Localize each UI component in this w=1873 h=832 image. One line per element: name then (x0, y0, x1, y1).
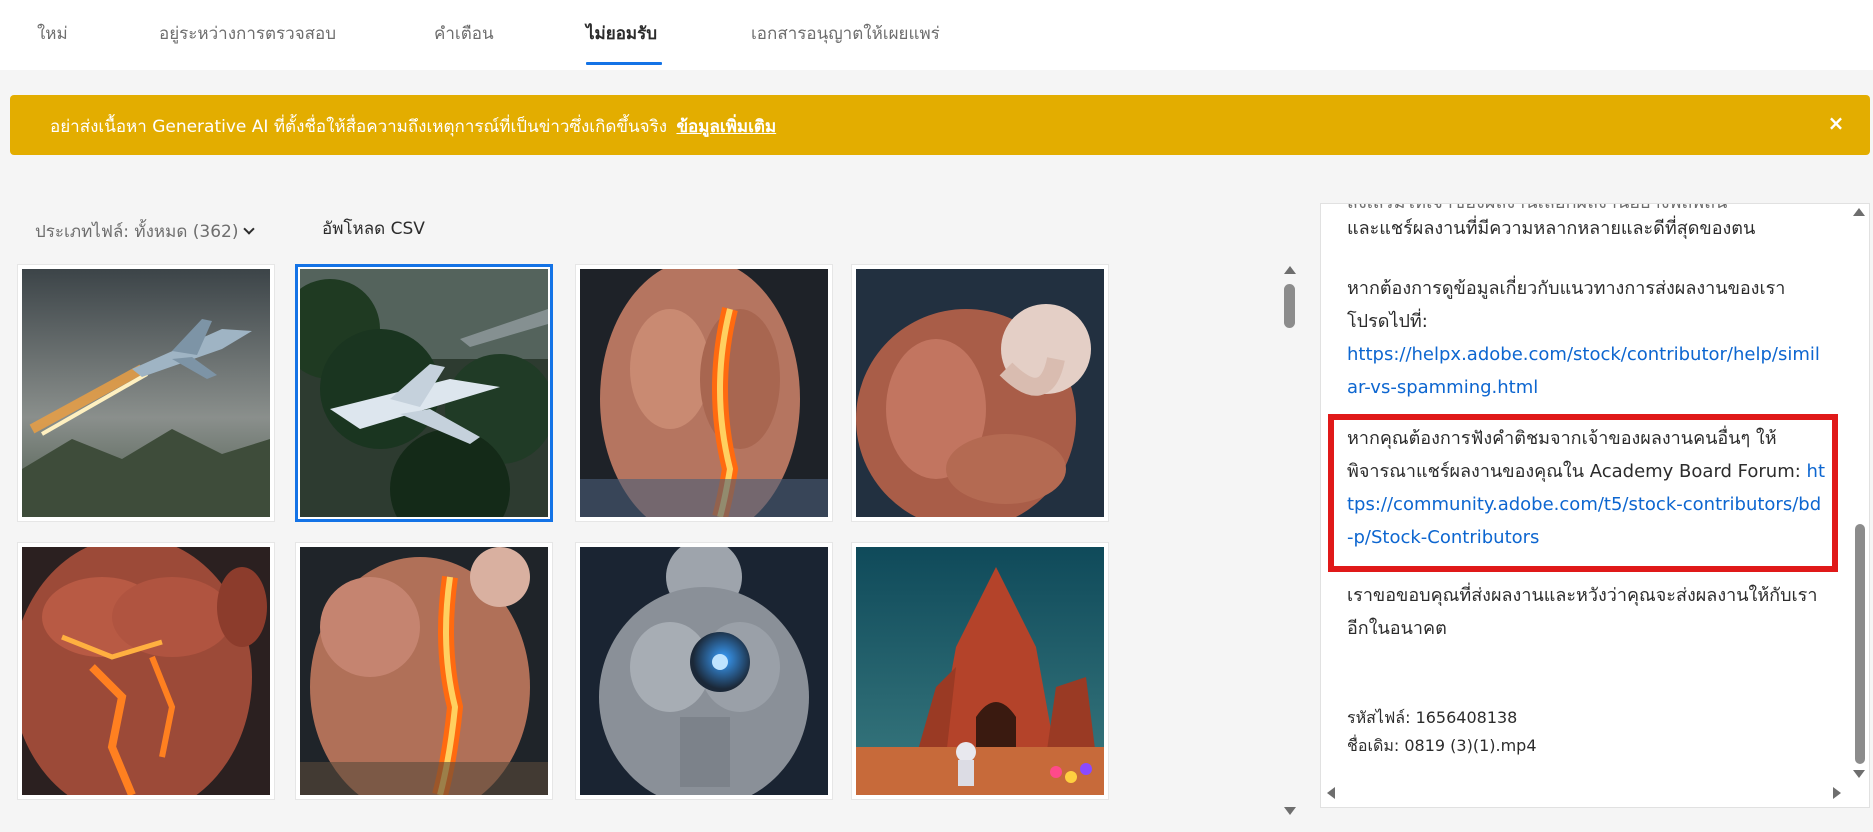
forum-paragraph: หากคุณต้องการฟังคำติชมจากเจ้าของผลงานคนอ… (1347, 422, 1827, 554)
scroll-thumb[interactable] (1284, 284, 1295, 328)
learn-more-link[interactable]: ข้อมูลเพิ่มเติม (676, 117, 776, 137)
scroll-down-icon[interactable] (1284, 807, 1296, 815)
thumbnail-muscle-anatomy-thinking (856, 269, 1104, 517)
chevron-down-icon (242, 223, 255, 235)
banner-text: อย่าส่งเนื้อหา Generative AI ที่ตั้งชื่อ… (50, 117, 668, 137)
thumbnail-tile[interactable] (17, 264, 275, 522)
thumbnail-muscle-anatomy-torso-glow (22, 547, 270, 795)
close-icon[interactable]: × (1824, 111, 1848, 135)
original-name: ชื่อเดิม: 0819 (3)(1).mp4 (1347, 736, 1537, 755)
scroll-right-icon[interactable] (1833, 787, 1841, 799)
upload-csv-button[interactable]: อัพโหลด CSV (322, 215, 425, 242)
thumbnail-fighter-jet-jungle (300, 269, 548, 517)
banner-message: อย่าส่งเนื้อหา Generative AI ที่ตั้งชื่อ… (50, 113, 776, 140)
thanks-text: เราขอขอบคุณที่ส่งผลงานและหวังว่าคุณจะส่ง… (1347, 585, 1818, 639)
tab-in-review[interactable]: อยู่ระหว่างการตรวจสอบ (159, 20, 336, 47)
file-type-filter[interactable]: ประเภทไฟล์: ทั้งหมด (362) (35, 218, 255, 245)
tab-releases[interactable]: เอกสารอนุญาตให้เผยแพร่ (751, 20, 940, 47)
guidelines-paragraph: หากต้องการดูข้อมูลเกี่ยวกับแนวทางการส่งผ… (1347, 272, 1827, 404)
notice-banner: อย่าส่งเนื้อหา Generative AI ที่ตั้งชื่อ… (10, 95, 1870, 155)
thumbnail-astronaut-red-temple (856, 547, 1104, 795)
thumbnail-tile[interactable] (575, 264, 833, 522)
tab-new[interactable]: ใหม่ (37, 20, 68, 47)
file-type-label: ประเภทไฟล์: ทั้งหมด (362) (35, 222, 239, 242)
thumbnail-tile[interactable] (851, 542, 1109, 800)
thumbnail-tile[interactable] (575, 542, 833, 800)
rejection-details-panel: ส่งเสริมให้เจ้าของผลงานเลือกผลงานอย่างพิ… (1320, 203, 1870, 808)
thumbnail-fighter-jet-firing (22, 269, 270, 517)
forum-text: หากคุณต้องการฟังคำติชมจากเจ้าของผลงานคนอ… (1347, 428, 1801, 482)
scroll-left-icon[interactable] (1327, 787, 1335, 799)
scroll-down-icon[interactable] (1853, 770, 1865, 778)
thumbnail-tile-selected[interactable] (295, 264, 553, 522)
file-id: รหัสไฟล์: 1656408138 (1347, 708, 1518, 727)
scroll-thumb[interactable] (1855, 524, 1865, 764)
status-tabs: ใหม่ อยู่ระหว่างการตรวจสอบ คำเตือน ไม่ยอ… (0, 0, 1873, 70)
active-tab-indicator (586, 62, 662, 65)
scroll-up-icon[interactable] (1284, 266, 1296, 274)
thumbnail-tile[interactable] (851, 264, 1109, 522)
grid-scrollbar[interactable] (1278, 262, 1300, 817)
thumbnail-tile[interactable] (17, 542, 275, 800)
tab-warnings[interactable]: คำเตือน (434, 20, 494, 47)
guidelines-text: หากต้องการดูข้อมูลเกี่ยวกับแนวทางการส่งผ… (1347, 278, 1786, 332)
thumbnail-tile[interactable] (295, 542, 553, 800)
intro-text: และแชร์ผลงานที่มีความหลากหลายและดีที่สุด… (1347, 218, 1756, 239)
thumbnail-muscle-anatomy-spine-glow (580, 269, 828, 517)
thumbnail-muscle-anatomy-spine-glow-2 (300, 547, 548, 795)
thumbnail-silver-body-blue-glow (580, 547, 828, 795)
scroll-up-icon[interactable] (1853, 208, 1865, 216)
guidelines-link[interactable]: https://helpx.adobe.com/stock/contributo… (1347, 344, 1820, 398)
tab-not-accepted[interactable]: ไม่ยอมรับ (586, 20, 657, 47)
